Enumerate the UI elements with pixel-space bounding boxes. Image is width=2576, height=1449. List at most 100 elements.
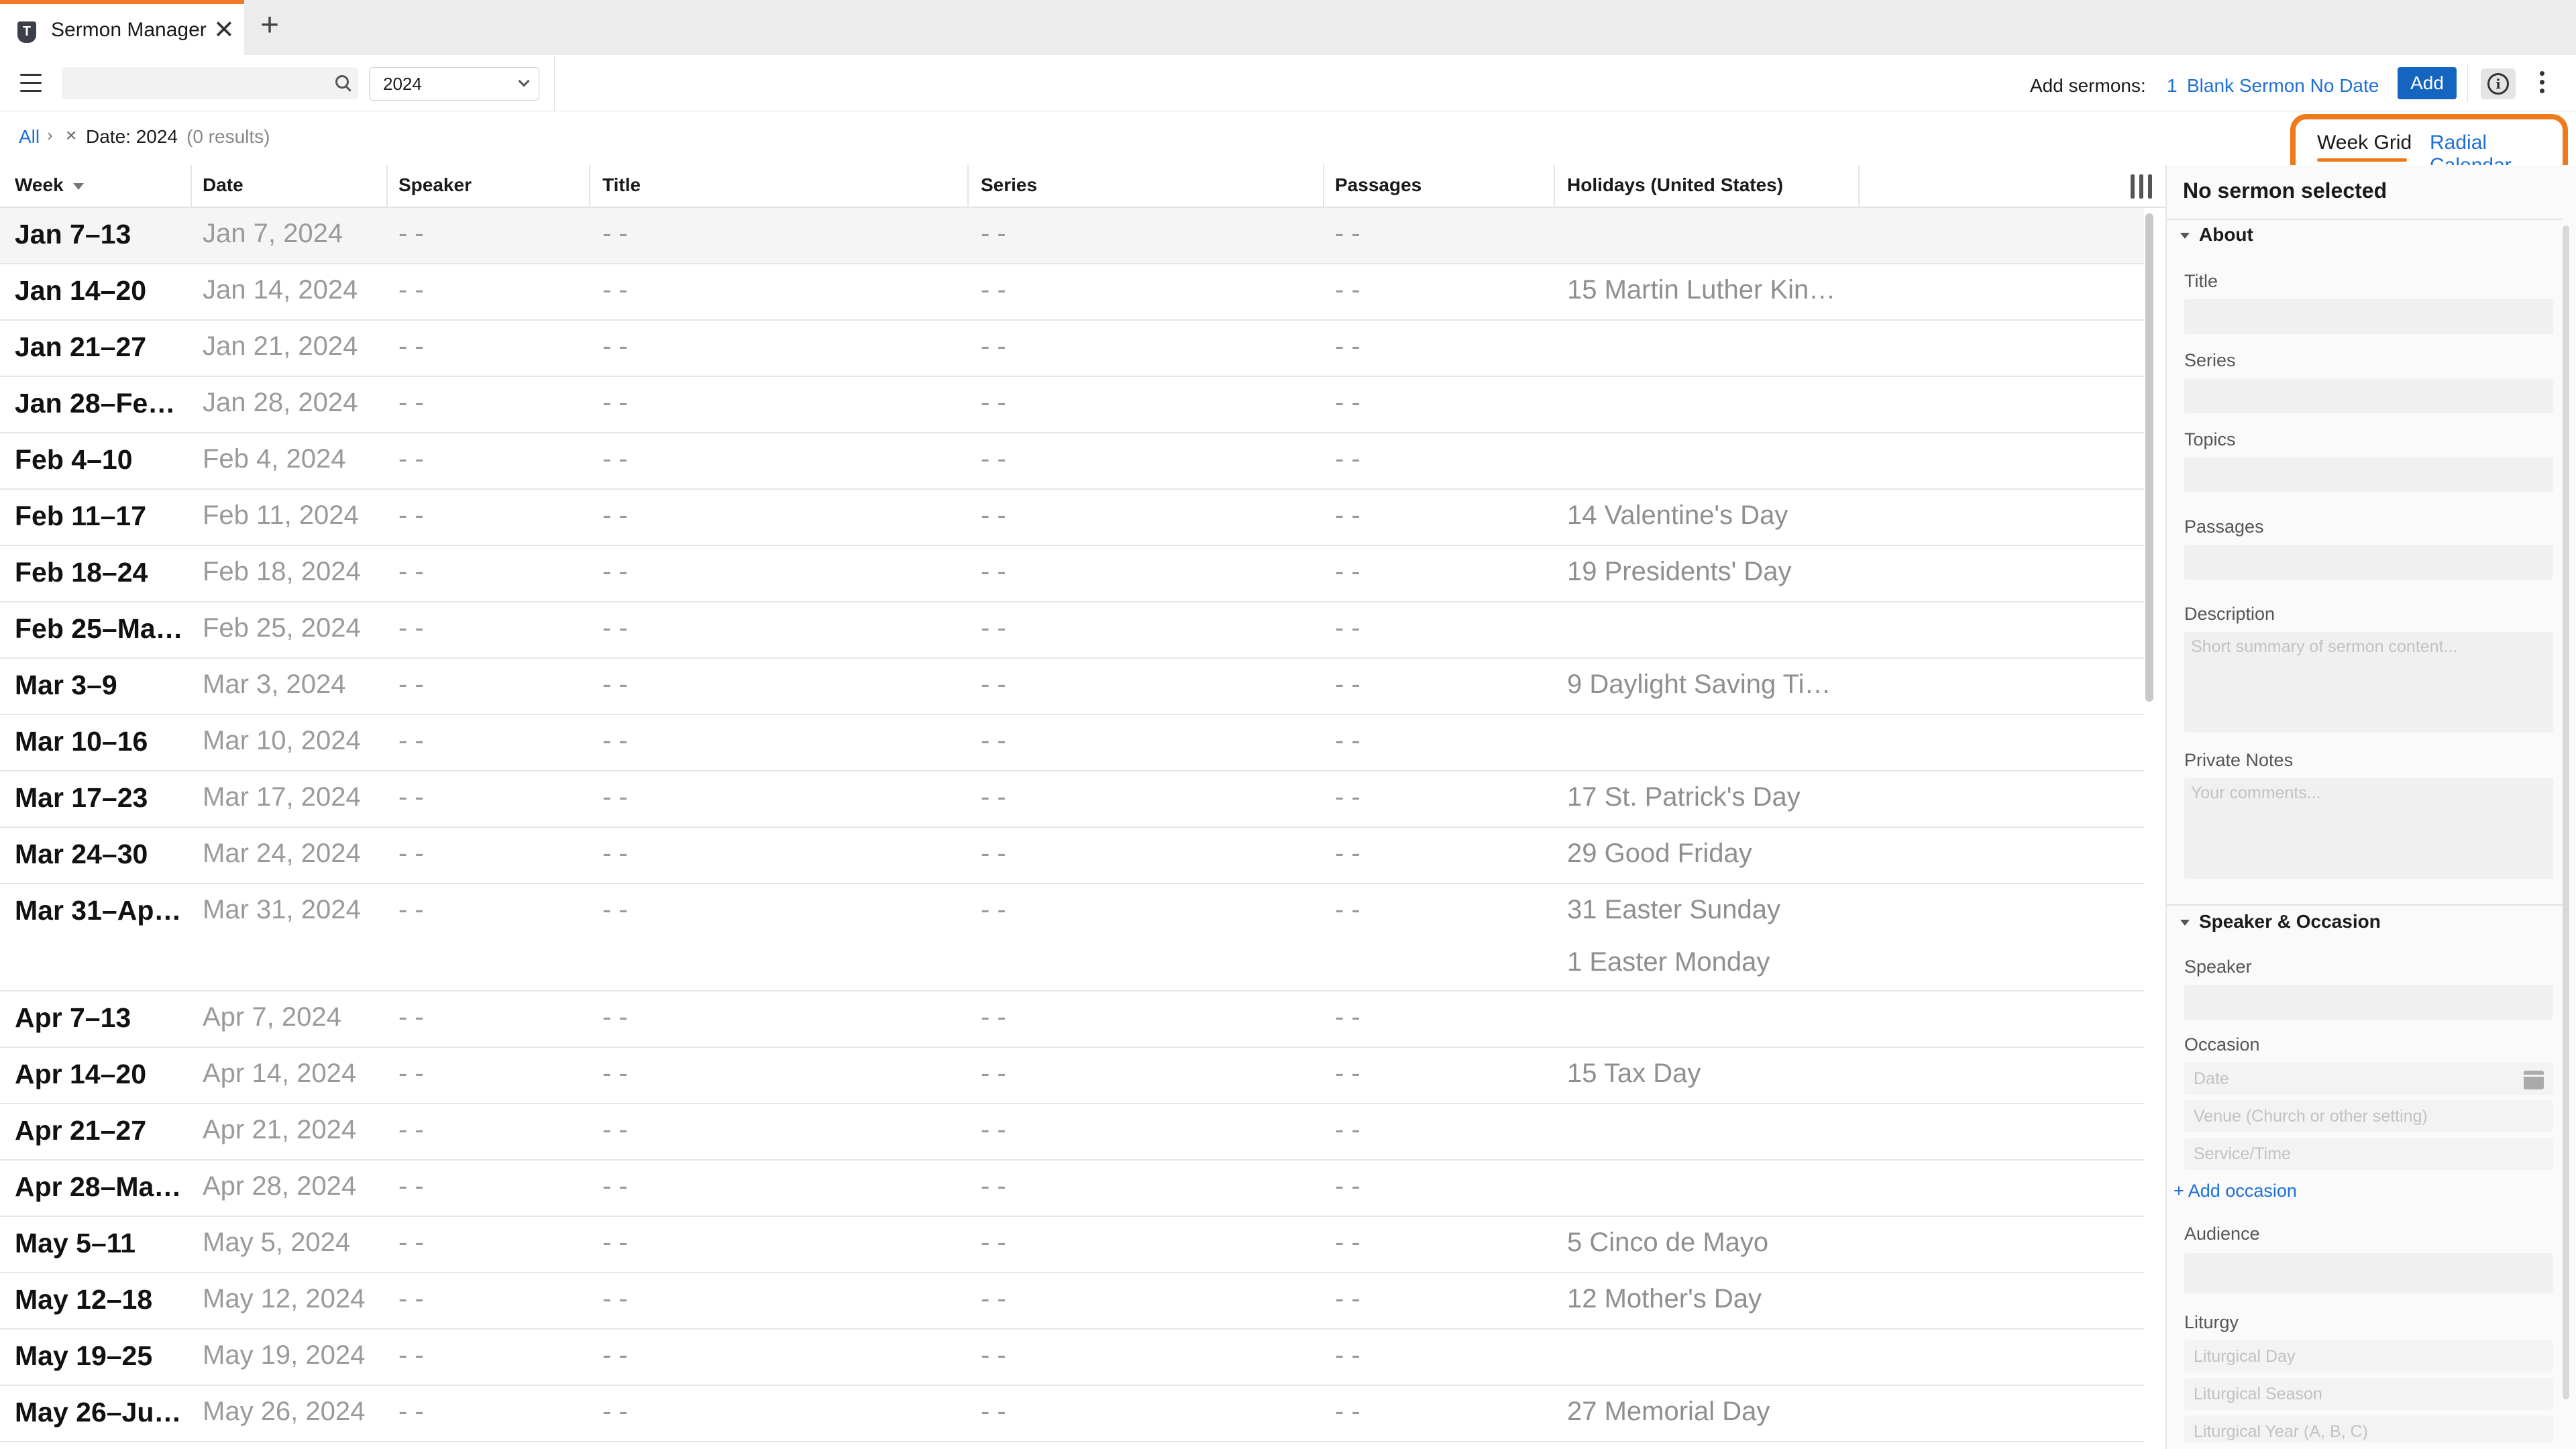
table-row[interactable]: Jan 14–20 Jan 14, 2024 - - - - - - - - 15 Mart… bbox=[0, 264, 2144, 321]
column-chooser-icon[interactable] bbox=[2131, 174, 2155, 199]
close-icon[interactable]: ✕ bbox=[213, 15, 235, 45]
venue-field[interactable]: Venue (Church or other setting) bbox=[2184, 1100, 2553, 1132]
column-divider[interactable] bbox=[191, 165, 192, 208]
liturgical-day-field[interactable]: Liturgical Day bbox=[2184, 1340, 2553, 1373]
liturgical-season-field[interactable]: Liturgical Season bbox=[2184, 1378, 2553, 1410]
series-label: Series bbox=[2184, 350, 2236, 370]
table-row[interactable]: Apr 21–27 Apr 21, 2024 - - - - - - - - bbox=[0, 1104, 2144, 1161]
column-header-series[interactable]: Series bbox=[981, 174, 1037, 196]
year-select[interactable]: 2024 bbox=[369, 67, 539, 101]
column-divider[interactable] bbox=[386, 165, 388, 208]
cell-holiday: 17 St. Patrick's Day bbox=[1567, 782, 1801, 812]
column-header-passages[interactable]: Passages bbox=[1335, 174, 1421, 196]
passages-label: Passages bbox=[2184, 517, 2264, 537]
table-row[interactable]: Apr 28–May 4 Apr 28, 2024 - - - - - - - - bbox=[0, 1161, 2144, 1217]
column-header-title[interactable]: Title bbox=[602, 174, 641, 196]
private-notes-field[interactable]: Your comments... bbox=[2184, 778, 2553, 879]
table-row[interactable]: May 26–Jun 1 May 26, 2024 - - - - - - - - 27 M… bbox=[0, 1386, 2144, 1442]
table-row[interactable]: May 19–25 May 19, 2024 - - - - - - - - bbox=[0, 1330, 2144, 1386]
column-divider[interactable] bbox=[967, 165, 969, 208]
cell-series: - - bbox=[981, 500, 1006, 530]
table-row[interactable]: Mar 17–23 Mar 17, 2024 - - - - - - - - 17 St. … bbox=[0, 771, 2144, 828]
cell-series: - - bbox=[981, 1228, 1006, 1257]
section-about[interactable]: About bbox=[2180, 224, 2253, 246]
add-button[interactable]: Add bbox=[2398, 67, 2457, 99]
table-row[interactable]: Jan 7–13 Jan 7, 2024 - - - - - - - - bbox=[0, 208, 2144, 264]
column-divider[interactable] bbox=[589, 165, 590, 208]
table-row[interactable]: Jan 21–27 Jan 21, 2024 - - - - - - - - bbox=[0, 321, 2144, 377]
table-row[interactable]: Apr 7–13 Apr 7, 2024 - - - - - - - - bbox=[0, 991, 2144, 1048]
cell-passages: - - bbox=[1335, 839, 1360, 868]
cell-passages: - - bbox=[1335, 726, 1360, 755]
panel-scrollbar[interactable] bbox=[2563, 225, 2569, 1399]
cell-series: - - bbox=[981, 613, 1006, 643]
table-row[interactable]: Feb 18–24 Feb 18, 2024 - - - - - - - - 19 Pres… bbox=[0, 546, 2144, 602]
occasion-date-field[interactable]: Date bbox=[2184, 1063, 2553, 1095]
series-field[interactable] bbox=[2184, 378, 2553, 413]
cell-passages: - - bbox=[1335, 669, 1360, 699]
column-divider[interactable] bbox=[1554, 165, 1555, 208]
tab-sermon-manager[interactable]: T Sermon Manager ✕ bbox=[0, 0, 244, 55]
cell-speaker: - - bbox=[398, 219, 424, 248]
table-row[interactable]: Feb 4–10 Feb 4, 2024 - - - - - - - - bbox=[0, 433, 2144, 490]
column-header-week[interactable]: Week bbox=[15, 174, 84, 196]
cell-holiday: 14 Valentine's Day bbox=[1567, 500, 1788, 530]
add-count-selector[interactable]: 1 bbox=[2167, 75, 2178, 97]
info-button[interactable]: i bbox=[2481, 68, 2516, 99]
liturgical-year-field[interactable]: Liturgical Year (A, B, C) bbox=[2184, 1415, 2553, 1442]
cell-week: Feb 11–17 bbox=[15, 500, 147, 531]
description-field[interactable]: Short summary of sermon content... bbox=[2184, 632, 2553, 733]
table-scrollbar[interactable] bbox=[2145, 213, 2153, 702]
cell-passages: - - bbox=[1335, 1340, 1360, 1370]
new-tab-plus-icon[interactable]: + bbox=[260, 7, 279, 44]
cell-passages: - - bbox=[1335, 219, 1360, 248]
cell-series: - - bbox=[981, 782, 1006, 812]
cell-date: Jan 21, 2024 bbox=[203, 331, 358, 361]
more-options-icon[interactable] bbox=[2540, 71, 2545, 98]
table-row[interactable]: Mar 31–Apr 6 Mar 31, 2024 - - - - - - - - 31 E… bbox=[0, 884, 2144, 991]
cell-date: Feb 18, 2024 bbox=[203, 557, 361, 586]
cell-week: Apr 21–27 bbox=[15, 1115, 147, 1146]
table-row[interactable]: Feb 25–Mar 2 Feb 25, 2024 - - - - - - - - bbox=[0, 602, 2144, 659]
breadcrumb-all[interactable]: All bbox=[19, 126, 40, 148]
cell-series: - - bbox=[981, 219, 1006, 248]
table-row[interactable]: Mar 24–30 Mar 24, 2024 - - - - - - - - 29 Good… bbox=[0, 828, 2144, 884]
cell-week: Mar 3–9 bbox=[15, 669, 117, 700]
service-time-field[interactable]: Service/Time bbox=[2184, 1138, 2553, 1170]
topics-field[interactable] bbox=[2184, 458, 2553, 492]
week-grid-tab[interactable]: Week Grid bbox=[2317, 131, 2412, 154]
title-field[interactable] bbox=[2184, 299, 2553, 334]
table-row[interactable]: Mar 3–9 Mar 3, 2024 - - - - - - - - 9 Daylight… bbox=[0, 659, 2144, 715]
cell-speaker: - - bbox=[398, 895, 424, 924]
table-row[interactable]: Jan 28–Feb 3 Jan 28, 2024 - - - - - - - - bbox=[0, 377, 2144, 433]
cell-holiday: 27 Memorial Day bbox=[1567, 1397, 1770, 1426]
hamburger-menu-icon[interactable] bbox=[20, 74, 42, 93]
cell-title: - - bbox=[602, 1115, 628, 1144]
cell-holiday: 15 Martin Luther King Jr. Day bbox=[1567, 275, 1849, 305]
column-header-speaker[interactable]: Speaker bbox=[398, 174, 472, 196]
column-divider[interactable] bbox=[1323, 165, 1324, 208]
cell-series: - - bbox=[981, 331, 1006, 361]
table-row[interactable]: May 5–11 May 5, 2024 - - - - - - - - 5 Cinco d… bbox=[0, 1217, 2144, 1273]
search-input[interactable] bbox=[62, 67, 358, 99]
speaker-field[interactable] bbox=[2184, 985, 2553, 1020]
cell-date: Feb 11, 2024 bbox=[203, 500, 359, 530]
table-row[interactable]: Mar 10–16 Mar 10, 2024 - - - - - - - - bbox=[0, 715, 2144, 771]
add-kind-selector[interactable]: Blank Sermon No Date bbox=[2187, 75, 2379, 97]
cell-speaker: - - bbox=[398, 444, 424, 474]
remove-filter-icon[interactable]: × bbox=[66, 125, 76, 146]
cell-title: - - bbox=[602, 839, 628, 868]
audience-field[interactable] bbox=[2184, 1253, 2553, 1293]
calendar-icon[interactable] bbox=[2524, 1071, 2544, 1089]
cell-title: - - bbox=[602, 782, 628, 812]
column-header-holidays[interactable]: Holidays (United States) bbox=[1567, 174, 1783, 196]
table-row[interactable]: Feb 11–17 Feb 11, 2024 - - - - - - - - 14 Vale… bbox=[0, 490, 2144, 546]
add-occasion-link[interactable]: + Add occasion bbox=[2174, 1181, 2297, 1201]
passages-field[interactable] bbox=[2184, 545, 2553, 580]
column-divider[interactable] bbox=[1858, 165, 1860, 208]
section-speaker-occasion[interactable]: Speaker & Occasion bbox=[2180, 911, 2381, 932]
cell-title: - - bbox=[602, 1397, 628, 1426]
table-row[interactable]: May 12–18 May 12, 2024 - - - - - - - - 12 Moth… bbox=[0, 1273, 2144, 1330]
table-row[interactable]: Apr 14–20 Apr 14, 2024 - - - - - - - - 15 Tax … bbox=[0, 1048, 2144, 1104]
column-header-date[interactable]: Date bbox=[203, 174, 244, 196]
